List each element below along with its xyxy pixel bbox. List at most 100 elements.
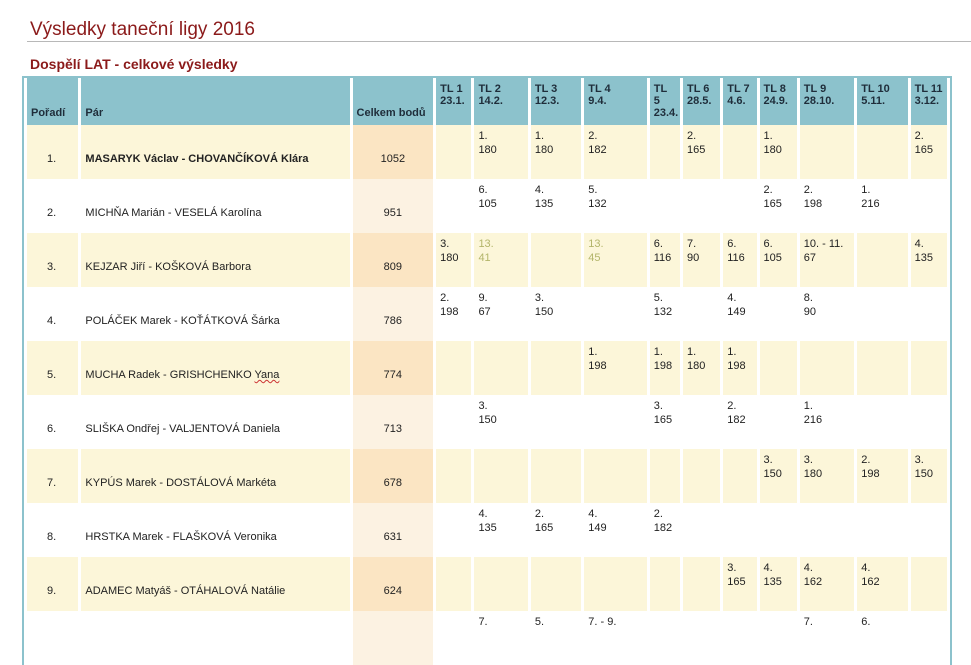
header-tl-date: 24.9. [763, 95, 788, 107]
tl-result-cell: 2. 165 [759, 179, 797, 233]
rank-cell [27, 611, 79, 665]
tl-result-cell: 7. - 9. [584, 611, 647, 665]
result-points: 216 [803, 414, 823, 426]
tl-result-cell: 1. 198 [649, 341, 680, 395]
tl-result-cell: 13. 41 [474, 233, 528, 287]
tl-result-cell [530, 449, 582, 503]
result-points: 180 [478, 144, 497, 156]
result-points: 150 [534, 306, 554, 318]
rank-cell: 7. [27, 449, 79, 503]
tl-result-cell: 2. 198 [857, 449, 908, 503]
tl-result-cell: 3. 180 [436, 233, 472, 287]
tl-result-cell: 1. 180 [759, 125, 797, 179]
tl-result-cell: 6. 105 [759, 233, 797, 287]
header-tl-name: TL 8 [763, 83, 786, 95]
result-points: 216 [861, 198, 880, 210]
tl-result-cell: 2. 165 [682, 125, 721, 179]
result-points: 149 [727, 306, 746, 318]
header-tl-4: TL 4 9.4. [584, 78, 647, 125]
table-row: 5. MUCHA Radek - GRISHCHENKO Yana 774 1. 198… [27, 341, 947, 395]
tl-result-cell [910, 503, 947, 557]
tl-result-cell: 3. 150 [530, 287, 582, 341]
tl-result-cell [436, 557, 472, 611]
result-place: 8. [803, 292, 813, 304]
result-place: 3. [478, 400, 488, 412]
pair-cell: MASARYK Václav - CHOVANČÍKOVÁ Klára [81, 125, 350, 179]
tl-result-cell: 7. [474, 611, 528, 665]
result-points: 135 [534, 198, 554, 210]
total-points-cell: 713 [352, 395, 434, 449]
tl-result-cell [910, 395, 947, 449]
result-points: 180 [440, 252, 459, 264]
tl-result-cell: 6. 116 [723, 233, 757, 287]
results-table: Pořadí Pár Celkem bodů TL 1 23.1. TL 2 14.2… [24, 78, 950, 665]
tl-result-cell: 1. 180 [682, 341, 721, 395]
result-points: 198 [727, 360, 746, 372]
tl-result-cell [584, 557, 647, 611]
tl-result-cell: 10. - 11. 67 [799, 233, 855, 287]
tl-result-cell [857, 341, 908, 395]
tl-result-cell: 4. 149 [723, 287, 757, 341]
result-points: 135 [478, 522, 497, 534]
tl-result-cell [910, 557, 947, 611]
tl-result-cell [682, 503, 721, 557]
tl-result-cell [436, 125, 472, 179]
result-points: 198 [653, 360, 673, 372]
tl-result-cell: 4. 162 [857, 557, 908, 611]
header-tl-name: TL 5 [653, 83, 667, 107]
pair-cell: MUCHA Radek - GRISHCHENKO Yana [81, 341, 350, 395]
pair-cell [81, 611, 350, 665]
result-place: 4. [803, 562, 813, 574]
table-row: 6. SLIŠKA Ondřej - VALJENTOVÁ Daniela 713 3… [27, 395, 947, 449]
header-tl-date: 23.4. [653, 107, 679, 119]
results-table-container: Pořadí Pár Celkem bodů TL 1 23.1. TL 2 14.2… [22, 76, 952, 665]
tl-result-cell: 3. 150 [910, 449, 947, 503]
result-points: 150 [914, 468, 933, 480]
result-place: 1. [478, 130, 488, 142]
rank-cell: 6. [27, 395, 79, 449]
pair-cell: KEJZAR Jiří - KOŠKOVÁ Barbora [81, 233, 350, 287]
result-place: 3. [914, 454, 924, 466]
result-place: 9. [478, 292, 488, 304]
tl-result-cell: 4. 135 [910, 233, 947, 287]
tl-result-cell: 2. 165 [530, 503, 582, 557]
tl-result-cell [759, 395, 797, 449]
tl-result-cell: 3. 150 [474, 395, 528, 449]
tl-result-cell [723, 611, 757, 665]
total-points-cell: 786 [352, 287, 434, 341]
tl-result-cell [584, 287, 647, 341]
tl-result-cell [682, 179, 721, 233]
result-points: 180 [534, 144, 554, 156]
header-row: Pořadí Pár Celkem bodů TL 1 23.1. TL 2 14.2… [27, 78, 947, 125]
tl-result-cell [682, 557, 721, 611]
header-tl-name: TL 6 [686, 83, 710, 95]
result-place: 1. [727, 346, 737, 358]
header-tl-name: TL 9 [803, 83, 827, 95]
result-points: 165 [653, 414, 673, 426]
total-points-cell [352, 611, 434, 665]
result-place: 3. [534, 292, 545, 304]
tl-result-cell [474, 341, 528, 395]
result-place: 2. [440, 292, 450, 304]
header-tl-name: TL 4 [588, 83, 611, 95]
rank-cell: 8. [27, 503, 79, 557]
tl-result-cell: 2. 165 [910, 125, 947, 179]
result-points: 90 [803, 306, 817, 318]
header-tl-date: 23.1. [440, 95, 465, 107]
tl-result-cell [436, 611, 472, 665]
result-points: 162 [861, 576, 880, 588]
tl-result-cell: 5. 132 [649, 287, 680, 341]
result-place: 2. [686, 130, 697, 142]
tl-result-cell: 6. 105 [474, 179, 528, 233]
header-tl-3: TL 3 12.3. [530, 78, 582, 125]
tl-result-cell [910, 611, 947, 665]
tl-result-cell: 6. [857, 611, 908, 665]
header-points: Celkem bodů [352, 78, 434, 125]
header-tl-7: TL 7 4.6. [723, 78, 757, 125]
result-points: 67 [803, 252, 817, 264]
result-points: 132 [588, 198, 607, 210]
result-points: 165 [914, 144, 933, 156]
result-place: 6. [478, 184, 488, 196]
table-header: Pořadí Pár Celkem bodů TL 1 23.1. TL 2 14.2… [27, 78, 947, 125]
pair-cell: MICHŇA Marián - VESELÁ Karolína [81, 179, 350, 233]
